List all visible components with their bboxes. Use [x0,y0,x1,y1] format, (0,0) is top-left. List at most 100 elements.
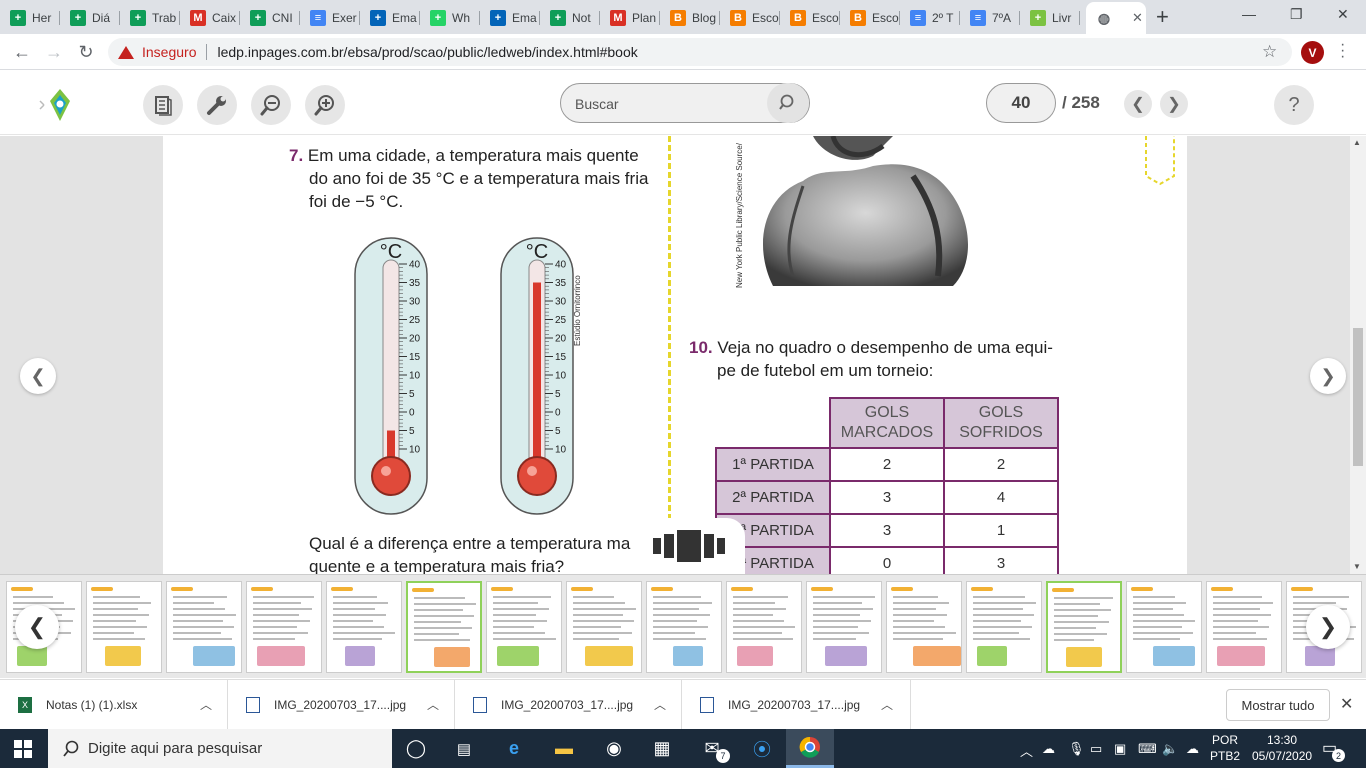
browser-tab[interactable]: B Esco [840,4,900,32]
tools-button[interactable] [197,85,237,125]
profile-avatar[interactable]: V [1301,41,1324,64]
taskbar-search[interactable]: Digite aqui para pesquisar [48,729,392,768]
page-thumbnail[interactable] [406,581,482,673]
network-icon[interactable]: ▣ [1114,741,1126,757]
new-tab-button[interactable]: + [1156,6,1169,28]
system-clock[interactable]: 13:30 05/07/2020 [1252,732,1312,764]
browser-tab[interactable]: M Caix [180,4,240,32]
page-thumbnail[interactable] [166,581,242,673]
close-download-bar-icon[interactable]: ✕ [1340,694,1353,714]
close-window-button[interactable]: ✕ [1337,6,1349,23]
browser-tab[interactable]: ≡ 2º T [900,4,960,32]
page-thumbnail[interactable] [1206,581,1282,673]
browser-tab[interactable]: B Esco [720,4,780,32]
battery-icon[interactable]: ▭ [1090,741,1102,757]
page-thumbnail[interactable] [646,581,722,673]
browser-tab[interactable]: B Esco [780,4,840,32]
browser-tab[interactable]: B Blog [660,4,720,32]
browser-menu-icon[interactable]: · · · [1340,37,1345,65]
browser-tab[interactable]: + Wh [420,4,480,32]
browser-tab[interactable]: + Her [0,4,60,32]
download-item[interactable]: IMG_20200703_17....jpg ︿ [228,680,455,730]
page-thumbnail[interactable] [1126,581,1202,673]
thumbnails-next-button[interactable]: ❯ [1306,605,1350,649]
maximize-button[interactable]: ❐ [1290,6,1303,23]
microphone-icon[interactable]: 🎙 [1068,741,1085,757]
address-bar[interactable]: Inseguro ledp.inpages.com.br/ebsa/prod/s… [108,38,1292,66]
task-view-button[interactable]: ◯ [392,729,440,768]
page-thumbnail[interactable] [486,581,562,673]
browser-tab[interactable]: + Diá [60,4,120,32]
scroll-up-icon[interactable]: ▲ [1353,138,1361,147]
scroll-down-icon[interactable]: ▼ [1353,562,1361,571]
show-all-downloads-button[interactable]: Mostrar tudo [1226,689,1330,721]
search-button[interactable] [767,83,809,123]
page-thumbnail[interactable] [1046,581,1122,673]
download-item[interactable]: IMG_20200703_17....jpg ︿ [455,680,682,730]
browser-tab[interactable]: + Trab [120,4,180,32]
file-explorer-icon[interactable]: ▬ [540,729,588,768]
zoom-out-button[interactable] [251,85,291,125]
onedrive-icon[interactable]: ☁ [1186,741,1199,757]
page-thumbnail[interactable] [326,581,402,673]
scroll-thumb[interactable] [1353,328,1363,466]
windows-start-icon[interactable] [14,740,32,758]
chevron-up-icon[interactable]: ︿ [200,696,212,713]
next-page-button[interactable]: ❯ [1160,90,1188,118]
reload-button[interactable]: ↻ [74,40,98,64]
keyboard-icon[interactable]: ⌨ [1138,741,1157,757]
back-button[interactable]: ← [10,40,34,64]
store-icon[interactable]: ▦ [638,729,686,768]
viewport-next-button[interactable]: ❯ [1310,358,1346,394]
browser-tab[interactable]: + Ema [480,4,540,32]
thumbnails-prev-button[interactable]: ❮ [15,605,59,649]
chevron-up-icon[interactable]: ︿ [654,696,666,713]
viewport-prev-button[interactable]: ❮ [20,358,56,394]
download-item[interactable]: IMG_20200703_17....jpg ︿ [682,680,911,730]
page-thumbnail[interactable] [246,581,322,673]
chevron-up-icon[interactable]: ︿ [427,696,439,713]
browser-tab[interactable]: M Plan [600,4,660,32]
browser-tab[interactable]: ≡ Exer [300,4,360,32]
browser-tab[interactable]: + Not [540,4,600,32]
page-thumbnail[interactable] [806,581,882,673]
edge-legacy-icon[interactable]: ⦿ [738,729,786,768]
security-label[interactable]: Inseguro [142,44,196,60]
page-thumbnail[interactable] [566,581,642,673]
previous-page-button[interactable]: ❮ [1124,90,1152,118]
page-thumbnail[interactable] [86,581,162,673]
chevron-up-icon[interactable]: ︿ [881,696,893,713]
chrome-icon[interactable] [786,729,834,768]
weather-icon[interactable]: ☁ [1042,741,1055,757]
help-button[interactable]: ? [1274,85,1314,125]
show-hidden-icons[interactable]: ︿ [1020,741,1033,760]
minimize-button[interactable]: — [1242,6,1256,22]
page-thumbnail[interactable] [966,581,1042,673]
bookmark-star-icon[interactable]: ☆ [1262,42,1277,62]
page-number-input[interactable]: 40 [986,83,1056,123]
forward-button[interactable]: → [42,40,66,64]
view-mode-toggle[interactable] [633,518,745,574]
book-index-button[interactable] [143,85,183,125]
volume-icon[interactable]: 🔈 [1162,741,1178,757]
input-language[interactable]: POR PTB2 [1210,732,1240,764]
browser-tab[interactable]: + Livr [1020,4,1080,32]
page-scrollbar[interactable]: ▲ ▼ [1350,136,1366,574]
page-thumbnail[interactable] [886,581,962,673]
browser-tab[interactable]: + CNI [240,4,300,32]
zoom-in-button[interactable] [305,85,345,125]
page-thumbnail[interactable] [726,581,802,673]
bookmark-ribbon-icon[interactable] [1143,136,1177,186]
timeline-button[interactable]: ▤ [440,729,488,768]
ledweb-logo[interactable] [36,87,76,123]
browser-tab[interactable]: ≡ 7ºA [960,4,1020,32]
search-input[interactable] [575,93,765,115]
url-text[interactable]: ledp.inpages.com.br/ebsa/prod/scao/publi… [217,44,637,60]
obs-icon[interactable]: ◉ [590,729,638,768]
download-item[interactable]: X Notas (1) (1).xlsx ︿ [0,680,228,730]
edge-icon[interactable]: e [490,729,538,768]
mail-icon[interactable]: ✉ 7 [688,729,736,768]
close-tab-icon[interactable]: ✕ [1132,10,1143,26]
browser-tab[interactable]: + Ema [360,4,420,32]
tab-active[interactable]: ◍ ✕ [1086,2,1146,34]
